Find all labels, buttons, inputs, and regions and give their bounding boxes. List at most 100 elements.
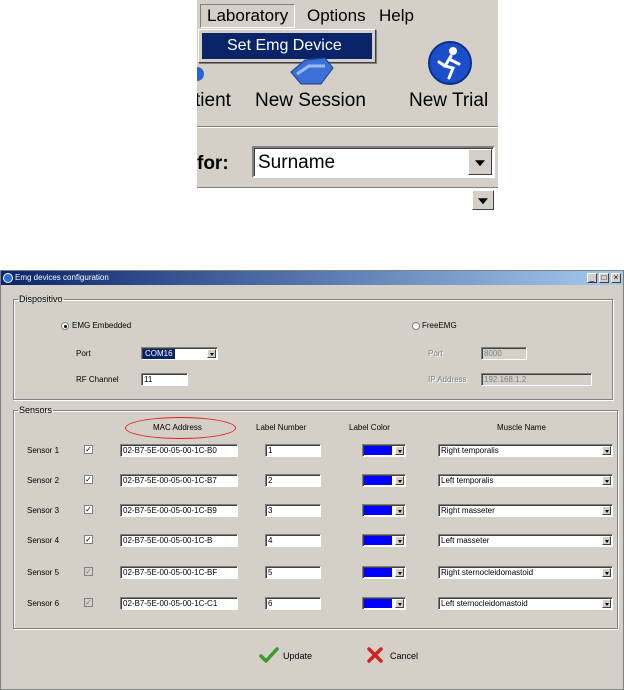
label-number-input[interactable]: 3 xyxy=(265,504,321,517)
ip-address-input[interactable]: 192.168.1.2 xyxy=(481,373,592,386)
free-port-label: Port xyxy=(428,349,443,358)
cross-icon xyxy=(367,647,383,663)
title-bar: Emg devices configuration _ □ × xyxy=(1,271,623,285)
label-color-dropdown[interactable] xyxy=(362,504,406,517)
menu-help[interactable]: Help xyxy=(379,6,414,26)
muscle-name-value: Left masseter xyxy=(441,536,490,545)
chevron-down-icon[interactable] xyxy=(602,446,611,455)
label-number-input[interactable]: 2 xyxy=(265,474,321,487)
muscle-name-dropdown[interactable]: Right sternocleidomastoid xyxy=(438,566,613,579)
sensor-name: Sensor 4 xyxy=(27,536,60,545)
free-emg-label: FreeEMG xyxy=(422,321,457,330)
label-color-dropdown[interactable] xyxy=(362,534,406,547)
chevron-down-icon[interactable] xyxy=(395,599,404,608)
menu-options[interactable]: Options xyxy=(307,6,366,26)
mac-address-input[interactable]: 02-B7-5E-00-05-00-1C-B0 xyxy=(120,444,238,457)
chevron-down-icon[interactable] xyxy=(602,476,611,485)
mac-address-input[interactable]: 02-B7-5E-00-05-00-1C-B9 xyxy=(120,504,238,517)
muscle-name-dropdown[interactable]: Left masseter xyxy=(438,534,613,547)
search-field-combo[interactable]: Surname xyxy=(252,146,495,178)
chevron-down-icon[interactable] xyxy=(472,190,494,210)
chevron-down-icon[interactable] xyxy=(468,149,492,175)
chevron-down-icon[interactable] xyxy=(395,506,404,515)
muscle-name-value: Left sternocleidomastoid xyxy=(441,599,528,608)
sensor-name: Sensor 6 xyxy=(27,599,60,608)
app-icon xyxy=(3,273,13,283)
window-title: Emg devices configuration xyxy=(15,273,109,282)
minimize-button[interactable]: _ xyxy=(587,273,597,283)
label-color-swatch xyxy=(364,476,392,485)
toolbar-new-trial-label[interactable]: New Trial xyxy=(409,90,488,112)
search-field-value: Surname xyxy=(258,152,336,173)
muscle-name-value: Right sternocleidomastoid xyxy=(441,568,534,577)
free-emg-radio[interactable] xyxy=(412,322,420,330)
toolbar-new-session-label[interactable]: New Session xyxy=(255,90,366,112)
muscle-name-dropdown[interactable]: Right temporalis xyxy=(438,444,613,457)
port-value: COM16 xyxy=(143,349,175,359)
patient-icon[interactable] xyxy=(197,62,207,86)
muscle-name-dropdown[interactable]: Left sternocleidomastoid xyxy=(438,597,613,610)
sensor-enable-checkbox[interactable]: ✓ xyxy=(84,445,93,454)
label-color-dropdown[interactable] xyxy=(362,597,406,610)
label-color-swatch xyxy=(364,506,392,515)
sensor-enable-checkbox[interactable]: ✓ xyxy=(84,598,93,607)
rf-channel-label: RF Channel xyxy=(76,375,119,384)
label-color-dropdown[interactable] xyxy=(362,444,406,457)
muscle-name-value: Right temporalis xyxy=(441,446,499,455)
ip-address-label: IP Address xyxy=(428,375,467,384)
mac-address-input[interactable]: 02-B7-5E-00-05-00-1C-B7 xyxy=(120,474,238,487)
label-number-input[interactable]: 6 xyxy=(265,597,321,610)
free-port-input[interactable]: 8000 xyxy=(481,347,527,360)
new-session-icon[interactable] xyxy=(285,52,337,88)
toolbar-patient-label[interactable]: tient xyxy=(197,90,231,112)
chevron-down-icon[interactable] xyxy=(395,536,404,545)
label-number-input[interactable]: 1 xyxy=(265,444,321,457)
label-color-swatch xyxy=(364,446,392,455)
label-color-header: Label Color xyxy=(349,423,390,432)
mac-address-input[interactable]: 02-B7-5E-00-05-00-1C-C1 xyxy=(120,597,238,610)
chevron-down-icon[interactable] xyxy=(602,536,611,545)
label-color-dropdown[interactable] xyxy=(362,566,406,579)
muscle-name-value: Left temporalis xyxy=(441,476,494,485)
chevron-down-icon[interactable] xyxy=(395,476,404,485)
rf-channel-input[interactable]: 11 xyxy=(141,373,188,386)
sensor-enable-checkbox[interactable]: ✓ xyxy=(84,567,93,576)
sensor-enable-checkbox[interactable]: ✓ xyxy=(84,475,93,484)
sensors-group: Sensors xyxy=(13,405,618,629)
emg-embedded-radio[interactable] xyxy=(61,322,69,330)
label-color-swatch xyxy=(364,599,392,608)
chevron-down-icon[interactable] xyxy=(395,446,404,455)
chevron-down-icon[interactable] xyxy=(207,349,216,358)
menu-laboratory[interactable]: Laboratory xyxy=(200,4,296,28)
mac-address-input[interactable]: 02-B7-5E-00-05-00-1C-B xyxy=(120,534,238,547)
sensors-legend: Sensors xyxy=(19,405,53,415)
muscle-name-header: Muscle Name xyxy=(497,423,546,432)
sensor-name: Sensor 3 xyxy=(27,506,60,515)
port-dropdown[interactable]: COM16 xyxy=(141,347,218,360)
mac-address-input[interactable]: 02-B7-5E-00-05-00-1C-BF xyxy=(120,566,238,579)
chevron-down-icon[interactable] xyxy=(602,599,611,608)
chevron-down-icon[interactable] xyxy=(395,568,404,577)
menu-bar: Laboratory Options Help xyxy=(197,0,498,30)
maximize-button[interactable]: □ xyxy=(599,273,609,283)
chevron-down-icon[interactable] xyxy=(602,568,611,577)
cancel-label: Cancel xyxy=(390,651,419,661)
label-number-input[interactable]: 5 xyxy=(265,566,321,579)
close-button[interactable]: × xyxy=(611,273,621,283)
muscle-name-dropdown[interactable]: Right masseter xyxy=(438,504,613,517)
label-color-swatch xyxy=(364,568,392,577)
sensor-name: Sensor 2 xyxy=(27,476,60,485)
dispositivo-legend: Dispositivo xyxy=(19,294,63,304)
muscle-name-value: Right masseter xyxy=(441,506,495,515)
emg-embedded-label: EMG Embedded xyxy=(72,321,132,330)
label-color-dropdown[interactable] xyxy=(362,474,406,487)
label-number-input[interactable]: 4 xyxy=(265,534,321,547)
chevron-down-icon[interactable] xyxy=(602,506,611,515)
port-label: Port xyxy=(76,349,91,358)
mac-address-highlight xyxy=(125,417,236,439)
sensor-enable-checkbox[interactable]: ✓ xyxy=(84,535,93,544)
new-trial-icon[interactable] xyxy=(427,40,473,86)
muscle-name-dropdown[interactable]: Left temporalis xyxy=(438,474,613,487)
sensor-enable-checkbox[interactable]: ✓ xyxy=(84,505,93,514)
update-label: Update xyxy=(283,651,313,661)
